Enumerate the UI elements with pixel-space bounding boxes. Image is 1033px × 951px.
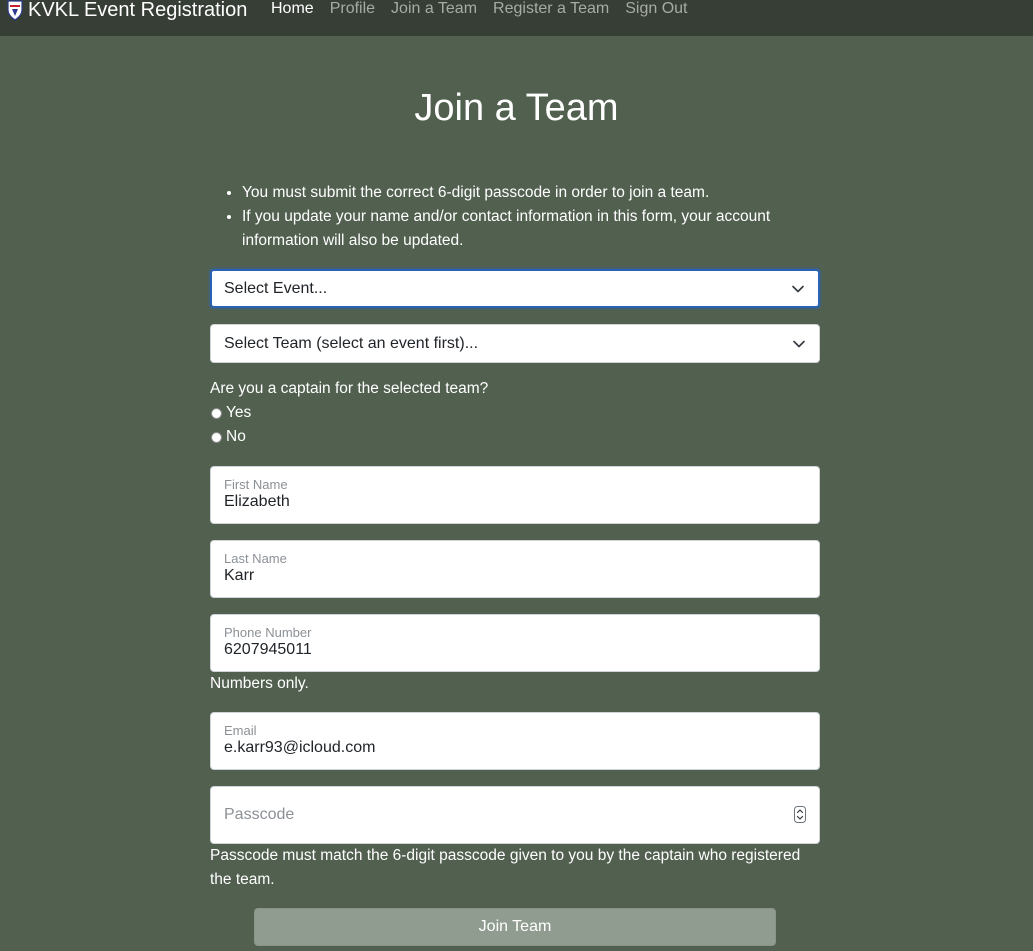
first-name-label: First Name: [224, 477, 288, 492]
last-name-label: Last Name: [224, 551, 287, 566]
page-title: Join a Team: [414, 87, 619, 129]
instructions-list: You must submit the correct 6-digit pass…: [210, 181, 820, 253]
passcode-help-text: Passcode must match the 6-digit passcode…: [210, 847, 801, 888]
first-name-value: Elizabeth: [224, 493, 290, 510]
team-select[interactable]: Select Team (select an event first)...: [210, 324, 820, 363]
captain-yes-radio[interactable]: [211, 407, 222, 419]
captain-no-radio[interactable]: [211, 431, 222, 443]
passcode-field[interactable]: Passcode: [210, 786, 820, 844]
phone-help-text: Numbers only.: [210, 675, 309, 692]
navbar: KVKL Event Registration Home Profile Joi…: [0, 0, 1033, 36]
phone-number-label: Phone Number: [224, 625, 312, 640]
event-select-value: Select Event...: [224, 279, 328, 297]
nav-home[interactable]: Home: [271, 0, 314, 18]
email-value: e.karr93@icloud.com: [224, 739, 376, 756]
captain-question: Are you a captain for the selected team?: [210, 380, 489, 397]
team-select-value: Select Team (select an event first)...: [224, 334, 479, 352]
kvkl-logo-icon: [7, 0, 23, 21]
nav-sign-out[interactable]: Sign Out: [625, 0, 687, 18]
nav-join-team[interactable]: Join a Team: [391, 0, 477, 18]
instruction-account-update: If you update your name and/or contact i…: [242, 205, 820, 253]
passcode-placeholder: Passcode: [224, 806, 295, 823]
number-spinner-icon[interactable]: [794, 806, 806, 823]
first-name-field[interactable]: First Name Elizabeth: [210, 466, 820, 524]
join-team-button[interactable]: Join Team: [254, 908, 776, 946]
nav-links: Home Profile Join a Team Register a Team…: [271, 0, 704, 21]
captain-no-label: No: [226, 428, 246, 445]
phone-number-field[interactable]: Phone Number 6207945011: [210, 614, 820, 672]
last-name-field[interactable]: Last Name Karr: [210, 540, 820, 598]
chevron-down-icon: [792, 285, 804, 292]
nav-profile[interactable]: Profile: [330, 0, 375, 18]
email-field[interactable]: Email e.karr93@icloud.com: [210, 712, 820, 770]
event-select[interactable]: Select Event...: [210, 269, 820, 308]
email-label: Email: [224, 723, 257, 738]
captain-no-option[interactable]: No: [210, 427, 246, 447]
chevron-down-icon: [793, 340, 805, 347]
nav-register-team[interactable]: Register a Team: [493, 0, 609, 18]
captain-yes-label: Yes: [226, 404, 252, 421]
last-name-value: Karr: [224, 567, 255, 584]
phone-number-value: 6207945011: [224, 641, 312, 658]
captain-yes-option[interactable]: Yes: [210, 403, 251, 423]
brand-title: KVKL Event Registration: [28, 0, 248, 21]
brand[interactable]: KVKL Event Registration: [6, 0, 247, 23]
instruction-passcode: You must submit the correct 6-digit pass…: [242, 181, 820, 205]
